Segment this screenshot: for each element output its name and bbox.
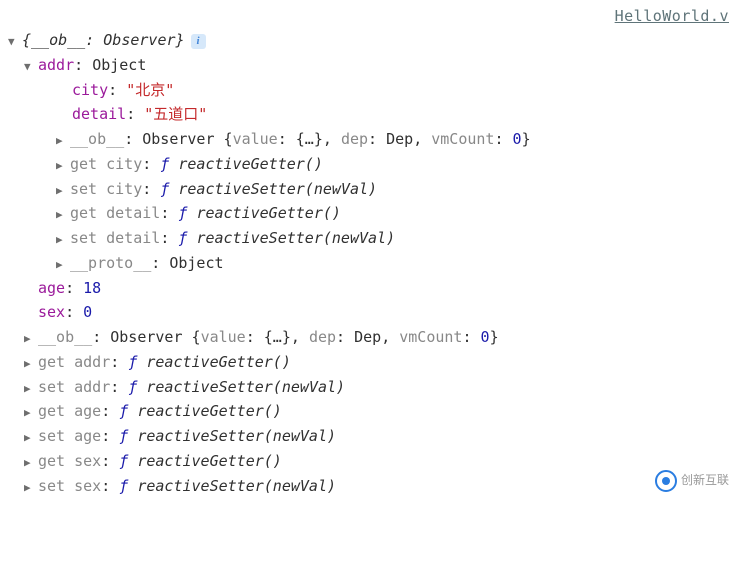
tree-row-root[interactable]: {__ob__: Observer} i [8, 28, 731, 53]
property-key: city [72, 78, 108, 103]
watermark-text: 创新互联 [681, 471, 729, 491]
expand-arrow-icon[interactable] [56, 182, 70, 200]
function-f-icon: ƒ [128, 375, 137, 400]
tree-row-addr-proto[interactable]: __proto__: Object [8, 251, 731, 276]
property-key: addr [38, 53, 74, 78]
property-key: set sex [38, 474, 101, 499]
property-key: get age [38, 399, 101, 424]
info-icon[interactable]: i [191, 34, 206, 49]
tree-row-addr[interactable]: addr: Object [8, 53, 731, 78]
property-key: __ob__ [38, 325, 92, 350]
tree-row-get-sex[interactable]: get sex: ƒ reactiveGetter() [8, 449, 731, 474]
source-link[interactable]: HelloWorld.v [615, 4, 729, 29]
function-name: reactiveSetter(newVal) [137, 424, 336, 449]
tree-row-set-age[interactable]: set age: ƒ reactiveSetter(newVal) [8, 424, 731, 449]
function-f-icon: ƒ [119, 474, 128, 499]
function-name: reactiveGetter() [196, 201, 341, 226]
tree-row-set-detail[interactable]: set detail: ƒ reactiveSetter(newVal) [8, 226, 731, 251]
function-f-icon: ƒ [119, 449, 128, 474]
property-value: 18 [83, 276, 101, 301]
expand-arrow-icon[interactable] [56, 157, 70, 175]
function-name: reactiveSetter(newVal) [146, 375, 345, 400]
tree-row-get-addr[interactable]: get addr: ƒ reactiveGetter() [8, 350, 731, 375]
property-key: set city [70, 177, 142, 202]
tree-row-set-addr[interactable]: set addr: ƒ reactiveSetter(newVal) [8, 375, 731, 400]
property-key: set detail [70, 226, 160, 251]
function-name: reactiveGetter() [146, 350, 291, 375]
function-name: reactiveGetter() [137, 399, 282, 424]
property-key: get addr [38, 350, 110, 375]
watermark: 创新互联 [655, 470, 729, 492]
tree-row-get-city[interactable]: get city: ƒ reactiveGetter() [8, 152, 731, 177]
expand-arrow-icon[interactable] [24, 355, 38, 373]
function-name: reactiveSetter(newVal) [137, 474, 336, 499]
property-key: __proto__ [70, 251, 151, 276]
function-f-icon: ƒ [119, 424, 128, 449]
expand-arrow-icon[interactable] [24, 454, 38, 472]
object-tree: {__ob__: Observer} i addr: Object city: … [8, 28, 731, 498]
property-value: Observer {value: {…}, dep: Dep, vmCount:… [110, 325, 498, 350]
expand-arrow-icon[interactable] [56, 256, 70, 274]
tree-row-get-age[interactable]: get age: ƒ reactiveGetter() [8, 399, 731, 424]
tree-row-set-sex[interactable]: set sex: ƒ reactiveSetter(newVal) [8, 474, 731, 499]
expand-arrow-icon[interactable] [24, 404, 38, 422]
tree-row-detail[interactable]: detail: "五道口" [8, 102, 731, 127]
expand-arrow-icon[interactable] [56, 231, 70, 249]
expand-arrow-icon[interactable] [24, 330, 38, 348]
function-f-icon: ƒ [128, 350, 137, 375]
function-name: reactiveSetter(newVal) [178, 177, 377, 202]
tree-row-addr-ob[interactable]: __ob__: Observer {value: {…}, dep: Dep, … [8, 127, 731, 152]
tree-row-get-detail[interactable]: get detail: ƒ reactiveGetter() [8, 201, 731, 226]
property-key: detail [72, 102, 126, 127]
property-value: "北京" [126, 78, 174, 103]
property-key: get city [70, 152, 142, 177]
function-f-icon: ƒ [160, 177, 169, 202]
property-value: Object [169, 251, 223, 276]
property-key: get sex [38, 449, 101, 474]
tree-row-sex[interactable]: sex: 0 [8, 300, 731, 325]
property-value: Object [92, 53, 146, 78]
tree-row-set-city[interactable]: set city: ƒ reactiveSetter(newVal) [8, 177, 731, 202]
function-name: reactiveGetter() [178, 152, 323, 177]
property-value: Observer {value: {…}, dep: Dep, vmCount:… [142, 127, 530, 152]
function-name: reactiveSetter(newVal) [196, 226, 395, 251]
property-key: set addr [38, 375, 110, 400]
property-key: age [38, 276, 65, 301]
tree-row-age[interactable]: age: 18 [8, 276, 731, 301]
property-key: sex [38, 300, 65, 325]
expand-arrow-icon[interactable] [24, 429, 38, 447]
expand-arrow-icon[interactable] [24, 58, 38, 76]
property-key: get detail [70, 201, 160, 226]
property-key: __ob__ [70, 127, 124, 152]
property-key: set age [38, 424, 101, 449]
property-value: "五道口" [144, 102, 207, 127]
expand-arrow-icon[interactable] [56, 206, 70, 224]
property-value: 0 [83, 300, 92, 325]
expand-arrow-icon[interactable] [24, 479, 38, 497]
function-name: reactiveGetter() [137, 449, 282, 474]
function-f-icon: ƒ [178, 226, 187, 251]
expand-arrow-icon[interactable] [56, 132, 70, 150]
function-f-icon: ƒ [119, 399, 128, 424]
tree-row-ob[interactable]: __ob__: Observer {value: {…}, dep: Dep, … [8, 325, 731, 350]
function-f-icon: ƒ [160, 152, 169, 177]
watermark-logo-icon [655, 470, 677, 492]
expand-arrow-icon[interactable] [24, 380, 38, 398]
tree-row-city[interactable]: city: "北京" [8, 78, 731, 103]
function-f-icon: ƒ [178, 201, 187, 226]
expand-arrow-icon[interactable] [8, 33, 22, 51]
root-label: {__ob__: Observer} [22, 28, 185, 53]
